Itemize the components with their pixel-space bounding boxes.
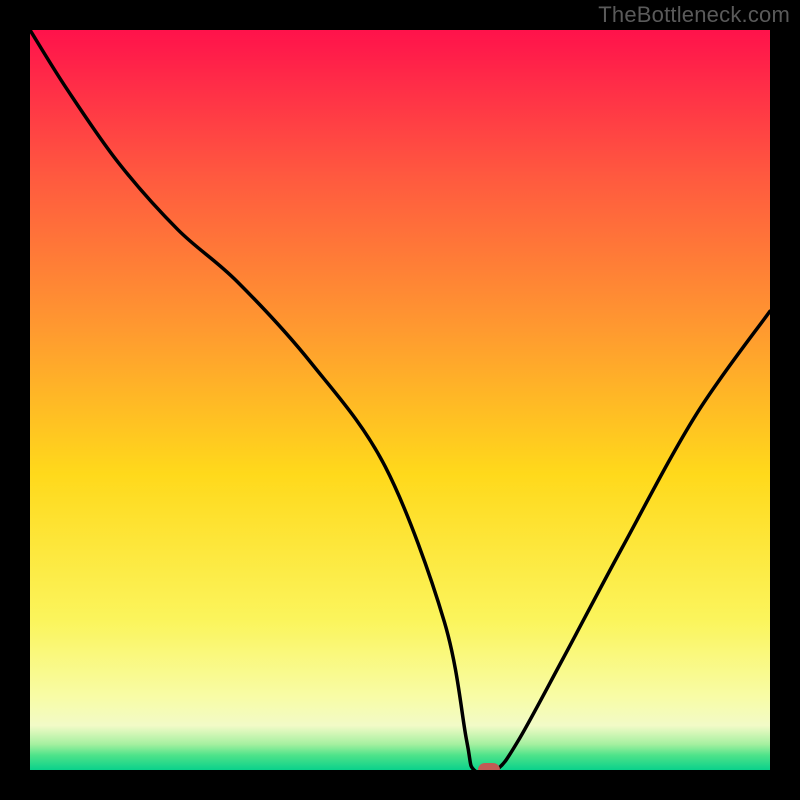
plot-area xyxy=(30,30,770,770)
bottleneck-curve xyxy=(30,30,770,770)
chart-frame: TheBottleneck.com xyxy=(0,0,800,800)
optimum-marker xyxy=(478,763,500,770)
watermark-text: TheBottleneck.com xyxy=(598,2,790,28)
